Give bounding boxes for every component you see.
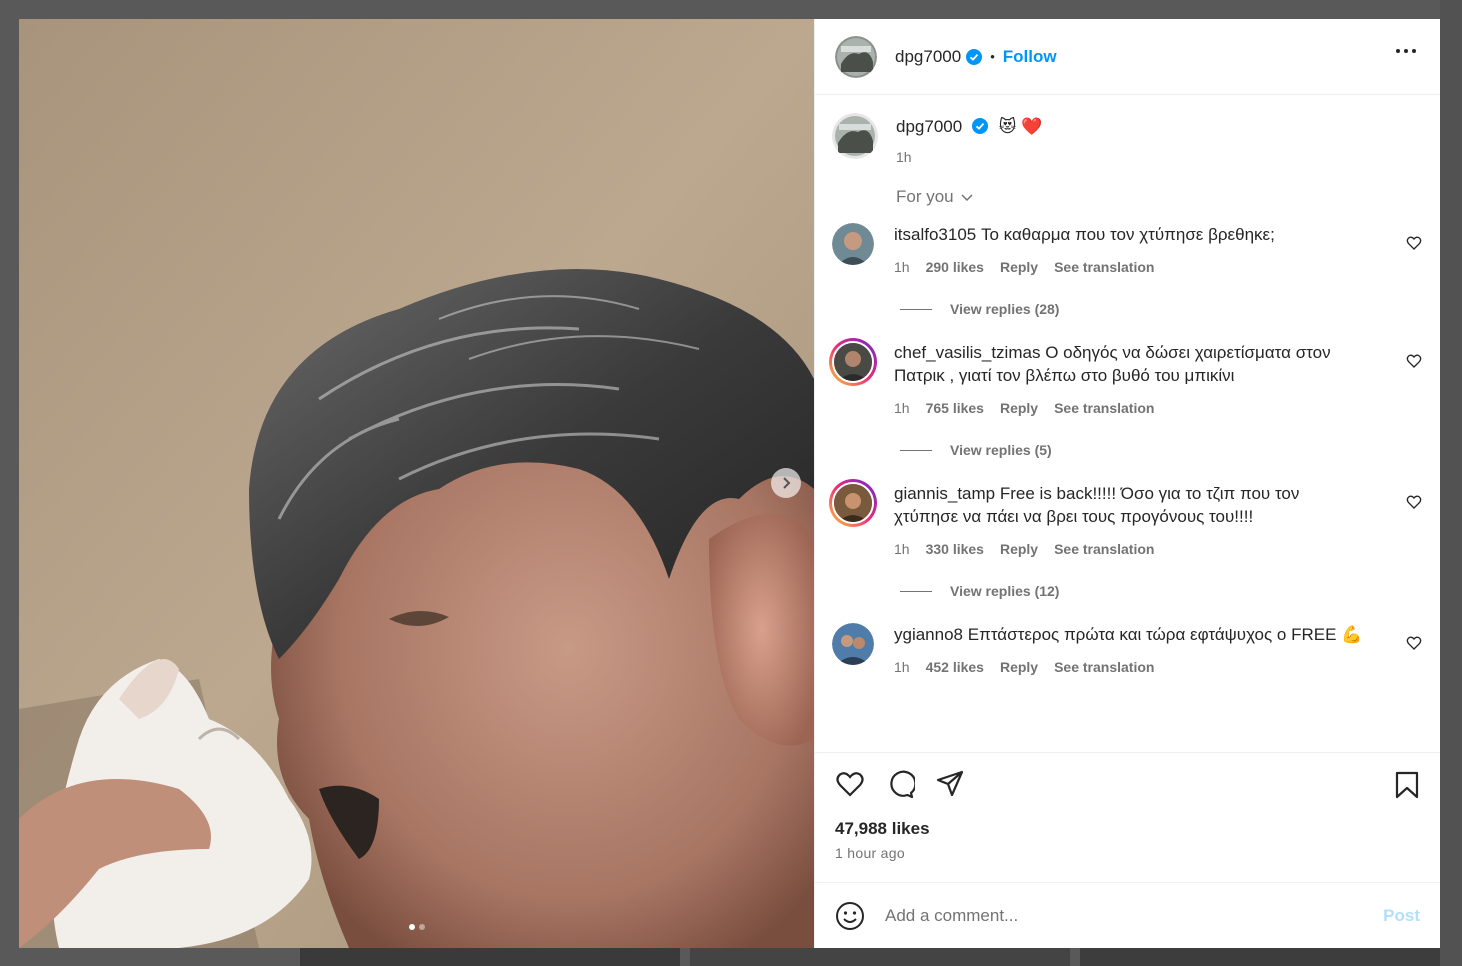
comment-text: Το καθαρμα που τον χτύπησε βρεθηκε; xyxy=(980,225,1275,244)
comment-heart-icon[interactable] xyxy=(1406,235,1422,251)
more-options-icon[interactable] xyxy=(1396,49,1416,53)
comment-sort-dropdown[interactable]: For you xyxy=(896,187,1440,207)
comment-time: 1h xyxy=(894,659,910,675)
commenter-avatar-story[interactable] xyxy=(829,338,877,386)
post-header: dpg7000 • Follow xyxy=(815,19,1440,95)
carousel-dot-active xyxy=(408,924,415,930)
bookmark-icon[interactable] xyxy=(1394,771,1420,799)
comment-time: 1h xyxy=(894,541,910,557)
carousel-next-button[interactable] xyxy=(771,468,801,498)
chevron-down-icon xyxy=(961,194,973,202)
post-likes-count[interactable]: 47,988 likes xyxy=(835,819,1420,839)
see-translation-button[interactable]: See translation xyxy=(1054,256,1154,279)
comment-icon[interactable] xyxy=(885,769,915,799)
post-timestamp: 1 hour ago xyxy=(835,845,905,861)
reply-button[interactable]: Reply xyxy=(1000,397,1038,420)
view-replies-button[interactable]: View replies (12) xyxy=(900,583,1440,599)
reply-button[interactable]: Reply xyxy=(1000,256,1038,279)
comment-likes[interactable]: 290 likes xyxy=(926,256,984,279)
comment-item: chef_vasilis_tzimas Ο οδηγός να δώσει χα… xyxy=(829,338,1440,420)
commenter-avatar[interactable] xyxy=(832,223,874,265)
caption-text: 😻 ❤️ xyxy=(998,117,1043,136)
comment-username[interactable]: giannis_tamp xyxy=(894,484,995,503)
chevron-right-icon xyxy=(783,477,791,489)
view-replies-button[interactable]: View replies (5) xyxy=(900,442,1440,458)
header-separator: • xyxy=(990,49,995,64)
add-comment-bar: Post xyxy=(815,882,1440,948)
carousel-dot xyxy=(418,924,425,930)
verified-badge-icon xyxy=(966,48,983,65)
see-translation-button[interactable]: See translation xyxy=(1054,397,1154,420)
author-username[interactable]: dpg7000 xyxy=(895,47,961,67)
commenter-avatar-story[interactable] xyxy=(829,479,877,527)
sort-label: For you xyxy=(896,187,954,206)
caption-username[interactable]: dpg7000 xyxy=(896,117,962,136)
verified-badge-icon xyxy=(971,118,988,134)
comment-username[interactable]: ygianno8 xyxy=(894,625,963,644)
view-replies-label: View replies (5) xyxy=(950,442,1052,458)
comment-item: ygianno8 Επτάστερος πρώτα και τώρα εφτάψ… xyxy=(832,623,1440,679)
author-avatar[interactable] xyxy=(835,35,877,78)
commenter-avatar[interactable] xyxy=(832,623,874,665)
post-photo xyxy=(19,19,814,948)
post-actions: 47,988 likes 1 hour ago xyxy=(815,752,1440,882)
view-replies-button[interactable]: View replies (28) xyxy=(900,301,1440,317)
comment-heart-icon[interactable] xyxy=(1406,635,1422,651)
comment-likes[interactable]: 452 likes xyxy=(926,656,984,679)
comment-item: itsalfo3105 Το καθαρμα που τον χτύπησε β… xyxy=(832,223,1440,279)
comment-time: 1h xyxy=(894,400,910,416)
post-media[interactable] xyxy=(19,19,814,948)
comment-username[interactable]: chef_vasilis_tzimas xyxy=(894,343,1040,362)
comment-likes[interactable]: 330 likes xyxy=(926,538,984,561)
post-panel: dpg7000 • Follow dpg7000 😻 ❤️ 1h For you… xyxy=(814,19,1440,948)
comment-likes[interactable]: 765 likes xyxy=(926,397,984,420)
comment-time: 1h xyxy=(894,259,910,275)
reply-button[interactable]: Reply xyxy=(1000,538,1038,561)
comment-text: Επτάστερος πρώτα και τώρα εφτάψυχος ο FR… xyxy=(967,625,1363,644)
view-replies-label: View replies (28) xyxy=(950,301,1060,317)
replies-line xyxy=(900,308,932,310)
follow-button[interactable]: Follow xyxy=(1003,47,1057,67)
comment-input[interactable] xyxy=(885,905,1384,926)
see-translation-button[interactable]: See translation xyxy=(1054,538,1154,561)
see-translation-button[interactable]: See translation xyxy=(1054,656,1154,679)
caption-time: 1h xyxy=(896,149,912,165)
comment-username[interactable]: itsalfo3105 xyxy=(894,225,976,244)
heart-icon[interactable] xyxy=(835,769,865,799)
post-comment-button[interactable]: Post xyxy=(1383,906,1420,926)
replies-line xyxy=(900,590,932,592)
comment-heart-icon[interactable] xyxy=(1406,494,1422,510)
emoji-icon[interactable] xyxy=(835,901,865,931)
comment-item: giannis_tamp Free is back!!!!! Όσο για τ… xyxy=(829,479,1440,561)
replies-line xyxy=(900,449,932,451)
view-replies-label: View replies (12) xyxy=(950,583,1060,599)
reply-button[interactable]: Reply xyxy=(1000,656,1038,679)
caption-avatar[interactable] xyxy=(832,113,878,159)
share-icon[interactable] xyxy=(935,769,965,799)
comments-scroll[interactable]: dpg7000 😻 ❤️ 1h For you itsalfo3105 Το κ… xyxy=(815,95,1440,752)
carousel-indicator xyxy=(19,924,814,930)
post-modal: dpg7000 • Follow dpg7000 😻 ❤️ 1h For you… xyxy=(19,19,1440,948)
post-caption: dpg7000 😻 ❤️ 1h xyxy=(832,95,1440,165)
comment-heart-icon[interactable] xyxy=(1406,353,1422,369)
